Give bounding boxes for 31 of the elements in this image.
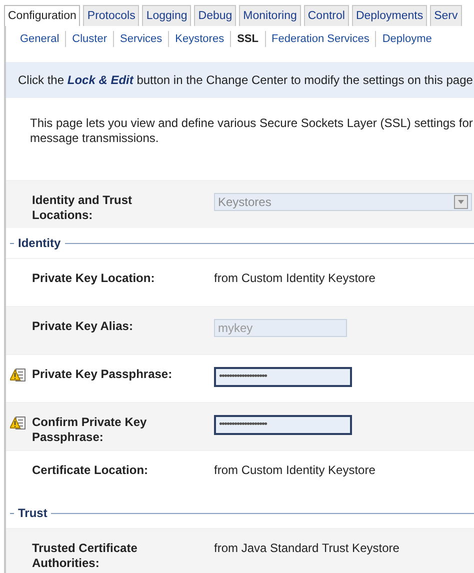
- tab[interactable]: Protocols: [83, 5, 140, 26]
- subtab[interactable]: Cluster: [66, 33, 113, 45]
- field-label: Identity and Trust Locations:: [32, 193, 134, 223]
- subtab[interactable]: Services: [114, 33, 168, 45]
- field-value: from Custom Identity Keystore: [214, 271, 376, 285]
- subtab[interactable]: Deployme: [376, 33, 438, 45]
- password-field[interactable]: •••••••••••••••••••: [214, 415, 352, 435]
- subtab[interactable]: Federation Services: [266, 33, 376, 45]
- tab[interactable]: Debug: [194, 5, 236, 26]
- subtab[interactable]: Keystores: [169, 33, 230, 45]
- field-label: Private Key Location:: [32, 271, 156, 286]
- subtab[interactable]: General: [14, 33, 66, 45]
- field-label: Trusted Certificate Authorities:: [32, 541, 138, 571]
- section-title: Identity: [17, 236, 62, 250]
- section-title: Trust: [17, 506, 48, 520]
- subtab[interactable]: SSL: [231, 33, 264, 45]
- tab[interactable]: Monitoring: [239, 5, 301, 26]
- field-label: Private Key Alias:: [32, 319, 134, 334]
- tab[interactable]: Logging: [142, 5, 192, 26]
- field-label: Certificate Location:: [32, 463, 150, 478]
- field-value: from Java Standard Trust Keystore: [214, 541, 400, 555]
- field-label: Confirm Private Key Passphrase:: [32, 415, 148, 445]
- tab[interactable]: Serv: [430, 5, 462, 26]
- field-label: Private Key Passphrase:: [32, 367, 174, 382]
- field-value: from Custom Identity Keystore: [214, 463, 376, 477]
- tab[interactable]: Control: [304, 5, 349, 26]
- password-field[interactable]: •••••••••••••••••••: [214, 367, 352, 387]
- notice-text: Click the Lock & Edit button in the Change Center to modify the settings on this page: [18, 73, 473, 87]
- tab[interactable]: Deployments: [352, 5, 428, 26]
- description-text: This page lets you view and define various Secure Sockets Layer (SSL) settings for message transmissions.: [30, 116, 474, 147]
- tab[interactable]: Configuration: [4, 5, 80, 26]
